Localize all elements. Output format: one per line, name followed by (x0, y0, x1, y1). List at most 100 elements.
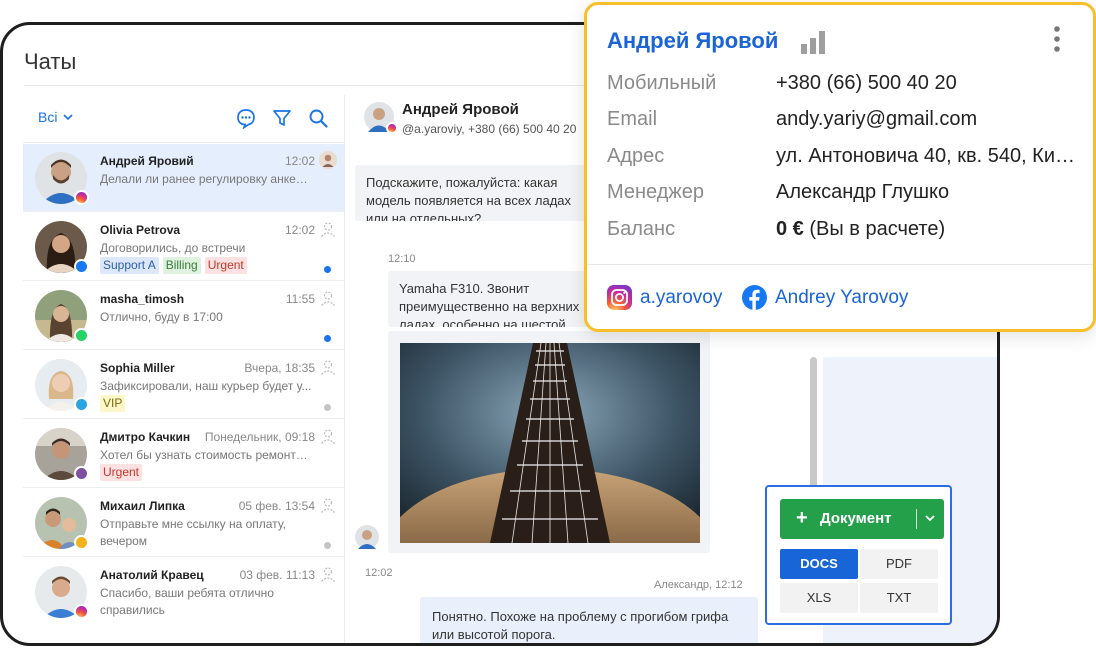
guitar-photo[interactable] (400, 343, 700, 543)
facebook-icon (742, 285, 767, 310)
avatar (35, 428, 89, 481)
assign-user-icon[interactable] (319, 496, 337, 514)
field-value-balance: 0 € (Вы в расчете) (776, 218, 1076, 241)
conversation-contact-name[interactable]: Андрей Яровой (402, 101, 519, 118)
chat-list-toolbar: Всі (23, 95, 344, 143)
incoming-message: Подскажите, пожалуйста: какая модель поя… (355, 165, 591, 221)
chat-time: 12:02 (284, 154, 315, 168)
instagram-icon (74, 190, 89, 205)
filter-icon[interactable] (271, 107, 293, 129)
search-icon[interactable] (307, 107, 329, 129)
chat-preview: Зафиксировали, наш курьер будет у... (100, 379, 312, 393)
assign-user-icon[interactable] (319, 289, 337, 307)
chat-name: Sophia Miller (100, 361, 175, 375)
chat-list-item[interactable]: Андрей Яровий 12:02 Делали ли ранее регу… (23, 144, 345, 212)
chat-list-item[interactable]: Михаил Липка 05 фев. 13:54 Отправьте мне… (23, 489, 345, 557)
tag-list: Support A Billing Urgent (100, 257, 247, 274)
assign-user-icon[interactable] (319, 565, 337, 583)
chat-time: 03 фев. 11:13 (239, 568, 315, 582)
contact-name[interactable]: Андрей Яровой (607, 28, 778, 54)
tag: Urgent (204, 257, 247, 274)
chat-list-item[interactable]: Olivia Petrova 12:02 Договорились, до вс… (23, 213, 345, 281)
contact-card: Андрей Яровой Мобильный +380 (66) 500 40… (584, 2, 1096, 332)
balance-note: (Вы в расчете) (809, 218, 946, 240)
add-document-label: Документ (820, 510, 892, 527)
instagram-icon (74, 604, 89, 619)
assign-user-icon[interactable] (319, 220, 337, 238)
filter-dropdown[interactable]: Всі (38, 109, 74, 125)
avatar (35, 497, 89, 550)
format-option-pdf[interactable]: PDF (860, 549, 938, 579)
incoming-message: Yamaha F310. Звонит преимущественно на в… (388, 271, 598, 327)
chevron-down-icon[interactable] (923, 511, 937, 525)
field-value-mobile[interactable]: +380 (66) 500 40 20 (776, 72, 1076, 95)
instagram-handle: a.yarovoy (640, 286, 723, 308)
chat-preview: Спасибо, ваши ребята отлично справились (100, 586, 274, 617)
unread-indicator (324, 335, 331, 342)
instagram-icon (386, 122, 398, 134)
chat-preview: Договорились, до встречи (100, 241, 246, 255)
signal-bars-icon (801, 31, 825, 54)
add-document-button[interactable]: + Документ (780, 499, 944, 539)
chat-preview: Отправьте мне ссылку на оплату, вечером (100, 517, 286, 548)
conversation-avatar (364, 102, 398, 134)
assign-user-icon[interactable] (319, 358, 337, 376)
chat-list-item[interactable]: Анатолий Кравец 03 фев. 11:13 Спасибо, в… (23, 558, 345, 626)
scrollbar[interactable] (810, 357, 817, 502)
format-option-txt[interactable]: TXT (860, 583, 938, 613)
plus-icon: + (796, 507, 808, 529)
balance-amount: 0 € (776, 218, 804, 240)
facebook-name: Andrey Yarovoy (775, 286, 909, 308)
tag-list: Urgent (100, 464, 143, 481)
chat-name: Михаил Липка (100, 499, 185, 513)
chat-list-item[interactable]: masha_timosh 11:55 Отлично, буду в 17:00 (23, 282, 345, 350)
filter-label: Всі (38, 109, 58, 125)
chat-time: Понедельник, 09:18 (204, 430, 315, 444)
avatar (35, 152, 89, 205)
field-label-email: Email (607, 108, 658, 130)
facebook-link[interactable]: Andrey Yarovoy (742, 285, 908, 310)
assign-user-icon[interactable] (319, 427, 337, 445)
read-indicator (324, 542, 331, 549)
tag-list: VIP (100, 395, 126, 412)
chat-time: 05 фев. 13:54 (238, 499, 315, 513)
contact-small-avatar (355, 525, 379, 549)
avatar (35, 290, 89, 343)
telegram-icon (74, 397, 89, 412)
field-label-address: Адрес (607, 145, 665, 167)
unread-indicator (324, 266, 331, 273)
chat-name: masha_timosh (100, 292, 185, 306)
divider (916, 509, 917, 529)
field-label-manager: Менеджер (607, 181, 705, 203)
format-option-xls[interactable]: XLS (780, 583, 858, 613)
avatar (35, 566, 89, 619)
chat-preview: Отлично, буду в 17:00 (100, 310, 223, 324)
kebab-menu-icon[interactable] (1053, 25, 1061, 53)
new-chat-icon[interactable] (235, 107, 257, 129)
document-export-widget: + Документ DOCS PDF XLS TXT (765, 485, 952, 625)
chat-list-item[interactable]: Sophia Miller Вчера, 18:35 Зафиксировали… (23, 351, 345, 419)
field-value-address: ул. Антоновича 40, кв. 540, Киев (776, 145, 1076, 167)
avatar (35, 359, 89, 412)
field-label-balance: Баланс (607, 218, 676, 240)
tag: Billing (162, 257, 201, 274)
avatar (35, 221, 89, 274)
chat-preview: Делали ли ранее регулировку анкера или (100, 172, 312, 186)
chat-time: 12:02 (284, 223, 315, 237)
conversation-contact-details: @a.yaroviy, +380 (66) 500 40 20 (402, 122, 577, 136)
field-value-manager: Александр Глушко (776, 181, 950, 203)
chevron-down-icon (63, 114, 74, 120)
tag: Support A (100, 257, 159, 274)
read-indicator (324, 404, 331, 411)
chat-time: 11:55 (285, 292, 315, 306)
tag: Urgent (100, 464, 143, 481)
outgoing-message: Понятно. Похоже на проблему с прогибом г… (420, 597, 758, 643)
instagram-link[interactable]: a.yarovoy (607, 285, 722, 310)
chat-preview: Хотел бы узнать стоимость ремонта бар... (100, 448, 312, 462)
field-value-email[interactable]: andy.yariy@gmail.com (776, 108, 1076, 131)
chat-list-panel: Всі Андрей Яровий 12:02 Делали ли ранее … (23, 95, 345, 643)
chat-list-item[interactable]: Дмитро Качкин Понедельник, 09:18 Хотел б… (23, 420, 345, 488)
format-option-docs[interactable]: DOCS (780, 549, 858, 579)
viber-icon (74, 466, 89, 481)
assignee-avatar (319, 151, 337, 169)
